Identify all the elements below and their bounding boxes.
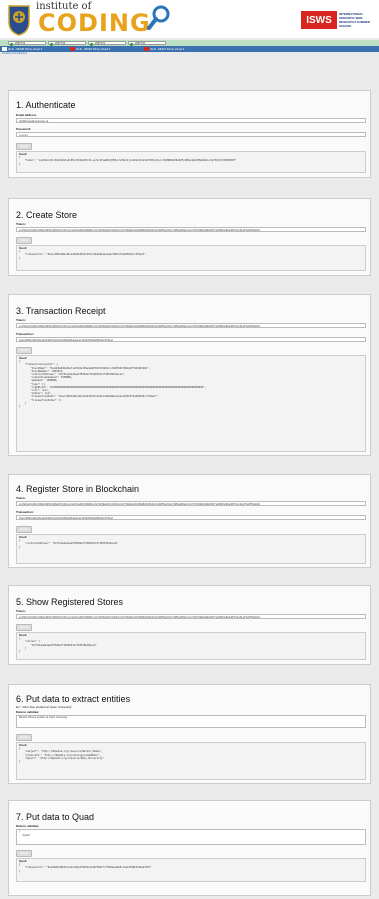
extract-entities-panel: 6. Put data to extract entities Ex: "Joh… bbox=[8, 684, 371, 784]
show-stores-panel: 5. Show Registered Stores Token: eyJhbGc… bbox=[8, 585, 371, 665]
transaction-label: Transaction: bbox=[16, 510, 34, 514]
result-text: { "contractaddress": "0x7311ade41ae5f650… bbox=[19, 539, 119, 549]
isws-logo-mark: ISWS bbox=[301, 11, 337, 29]
data-label: Data to validate: bbox=[16, 710, 40, 714]
section-title: 2. Create Store bbox=[16, 210, 78, 220]
password-label: Password: bbox=[16, 127, 32, 131]
section-title: 3. Transaction Receipt bbox=[16, 306, 106, 316]
block-status-bar: OLD - #8428 Parity stived 4 OLD - #8420 … bbox=[0, 46, 379, 52]
submit-button[interactable]: Submit bbox=[16, 237, 32, 244]
result-box: Result: { "subject": "http://dbpedia.org… bbox=[16, 742, 366, 780]
result-box: Result: { "stores": [ "0x7311ade41ae5f65… bbox=[16, 632, 366, 660]
token-label: Token: bbox=[16, 222, 26, 226]
block-icon bbox=[2, 47, 7, 51]
result-box: Result: { "transaction": "0xe94497d8e53c… bbox=[16, 858, 366, 882]
submit-button[interactable]: Submit bbox=[16, 734, 32, 741]
example-hint: Ex: "John Doe studied at Open University… bbox=[16, 705, 73, 709]
result-text: { "stores": [ "0x7311ade41ae5f6504a7715b… bbox=[19, 637, 97, 654]
data-label: Data to validate: bbox=[16, 824, 40, 828]
institute-of-coding-logo[interactable]: institute of CODING bbox=[6, 0, 176, 38]
transaction-field[interactable]: 0xecc9051e0bc26ced4442107ac61b1c6b2a0b1a… bbox=[16, 337, 366, 342]
block-label: OLD - #8420 Parity stived 4 bbox=[76, 47, 111, 51]
node-tab[interactable]: 2087716 bbox=[48, 41, 86, 46]
pending-transactions-link[interactable]: Pending Transactions bbox=[2, 52, 27, 55]
data-textarea[interactable]: { "Quad": bbox=[16, 829, 366, 845]
node-tab[interactable]: 2087713 bbox=[8, 41, 46, 46]
warning-icon bbox=[70, 47, 75, 51]
result-text: { "token": "eyJhbGciOiJIUzI1NiIsInR5cCI6… bbox=[19, 156, 237, 166]
site-header: institute of CODING ISWS INTERNATIONAL S… bbox=[0, 0, 379, 38]
result-text: { "transactionreceipt": { "blockHash": "… bbox=[19, 360, 207, 409]
block-label: OLD - #8427 Parity stived 4 bbox=[150, 47, 185, 51]
result-box: Result: { "transactionreceipt": { "block… bbox=[16, 355, 366, 452]
result-text: { "transaction": "0xecc9051e0bc26ced4442… bbox=[19, 250, 146, 260]
section-title: 4. Register Store in Blockchain bbox=[16, 484, 140, 494]
block-item[interactable]: OLD - #8420 Parity stived 4 bbox=[70, 46, 110, 52]
crest-icon bbox=[8, 5, 30, 36]
submit-button[interactable]: Submit bbox=[16, 347, 32, 354]
node-tab-label: 2087721 bbox=[95, 42, 106, 45]
section-title: 7. Put data to Quad bbox=[16, 812, 95, 822]
warning-icon bbox=[144, 47, 149, 51]
node-tab[interactable]: 2087726 bbox=[128, 41, 166, 46]
node-tab-label: 2087713 bbox=[15, 42, 26, 45]
result-text: { "subject": "http://dbpedia.org/resourc… bbox=[19, 747, 104, 764]
node-tab-label: 2087716 bbox=[55, 42, 66, 45]
token-label: Token: bbox=[16, 318, 26, 322]
submit-button[interactable]: Submit bbox=[16, 624, 32, 631]
result-box: Result: { "transaction": "0xecc9051e0bc2… bbox=[16, 245, 366, 271]
transaction-field[interactable]: 0xecc9051e0bc26ced4442107ac61b1c6b2a0b1a… bbox=[16, 515, 366, 520]
token-label: Token: bbox=[16, 496, 26, 500]
create-store-panel: 2. Create Store Token: eyJhbGciOiJIUzI1N… bbox=[8, 198, 371, 276]
token-field[interactable]: eyJhbGciOiJIUzI1NiIsInR5cCI6IkpXVCJ9.eyJ… bbox=[16, 501, 366, 506]
node-tab-label: 2087726 bbox=[135, 42, 146, 45]
put-data-quad-panel: 7. Put data to Quad Data to validate: { … bbox=[8, 800, 371, 896]
data-textarea[interactable]: Barack Obama studies at Open University bbox=[16, 715, 366, 728]
token-field[interactable]: eyJhbGciOiJIUzI1NiIsInR5cCI6IkpXVCJ9.eyJ… bbox=[16, 227, 366, 232]
email-label: Email address bbox=[16, 113, 37, 117]
token-field[interactable]: eyJhbGciOiJIUzI1NiIsInR5cCI6IkpXVCJ9.eyJ… bbox=[16, 614, 366, 619]
section-title: 6. Put data to extract entities bbox=[16, 694, 131, 704]
section-title: 1. Authenticate bbox=[16, 100, 76, 110]
email-field[interactable]: st34@sosofarunipd.ac.uk bbox=[16, 118, 366, 123]
result-text: { "transaction": "0xe94497d8e53c22a1c6b1… bbox=[19, 863, 152, 873]
node-tab[interactable]: 2087721 bbox=[88, 41, 126, 46]
isws-logo[interactable]: ISWS INTERNATIONAL SEMANTIC WEB RESEARCH… bbox=[301, 10, 373, 32]
authenticate-panel: 1. Authenticate Email address st34@sosof… bbox=[8, 90, 371, 178]
token-label: Token: bbox=[16, 609, 26, 613]
result-box: Result: { "token": "eyJhbGciOiJIUzI1NiIs… bbox=[16, 151, 366, 173]
result-box: Result: { "contractaddress": "0x7311ade4… bbox=[16, 534, 366, 564]
logo-wordmark: CODING bbox=[38, 9, 151, 37]
block-item[interactable]: OLD - #8427 Parity stived 4 bbox=[144, 46, 184, 52]
submit-button[interactable]: Submit bbox=[16, 850, 32, 857]
isws-logo-text: INTERNATIONAL SEMANTIC WEB RESEARCH SUMM… bbox=[339, 12, 371, 28]
submit-button[interactable]: Submit bbox=[16, 143, 32, 150]
token-field[interactable]: eyJhbGciOiJIUzI1NiIsInR5cCI6IkpXVCJ9.eyJ… bbox=[16, 323, 366, 328]
section-title: 5. Show Registered Stores bbox=[16, 597, 124, 607]
search-icon bbox=[147, 5, 170, 30]
transaction-label: Transaction: bbox=[16, 332, 34, 336]
block-label: OLD - #8428 Parity stived 4 bbox=[8, 47, 43, 51]
password-field[interactable]: •••••••••• bbox=[16, 132, 366, 137]
submit-button[interactable]: Submit bbox=[16, 526, 32, 533]
register-store-panel: 4. Register Store in Blockchain Token: e… bbox=[8, 474, 371, 568]
transaction-receipt-panel: 3. Transaction Receipt Token: eyJhbGciOi… bbox=[8, 294, 371, 456]
